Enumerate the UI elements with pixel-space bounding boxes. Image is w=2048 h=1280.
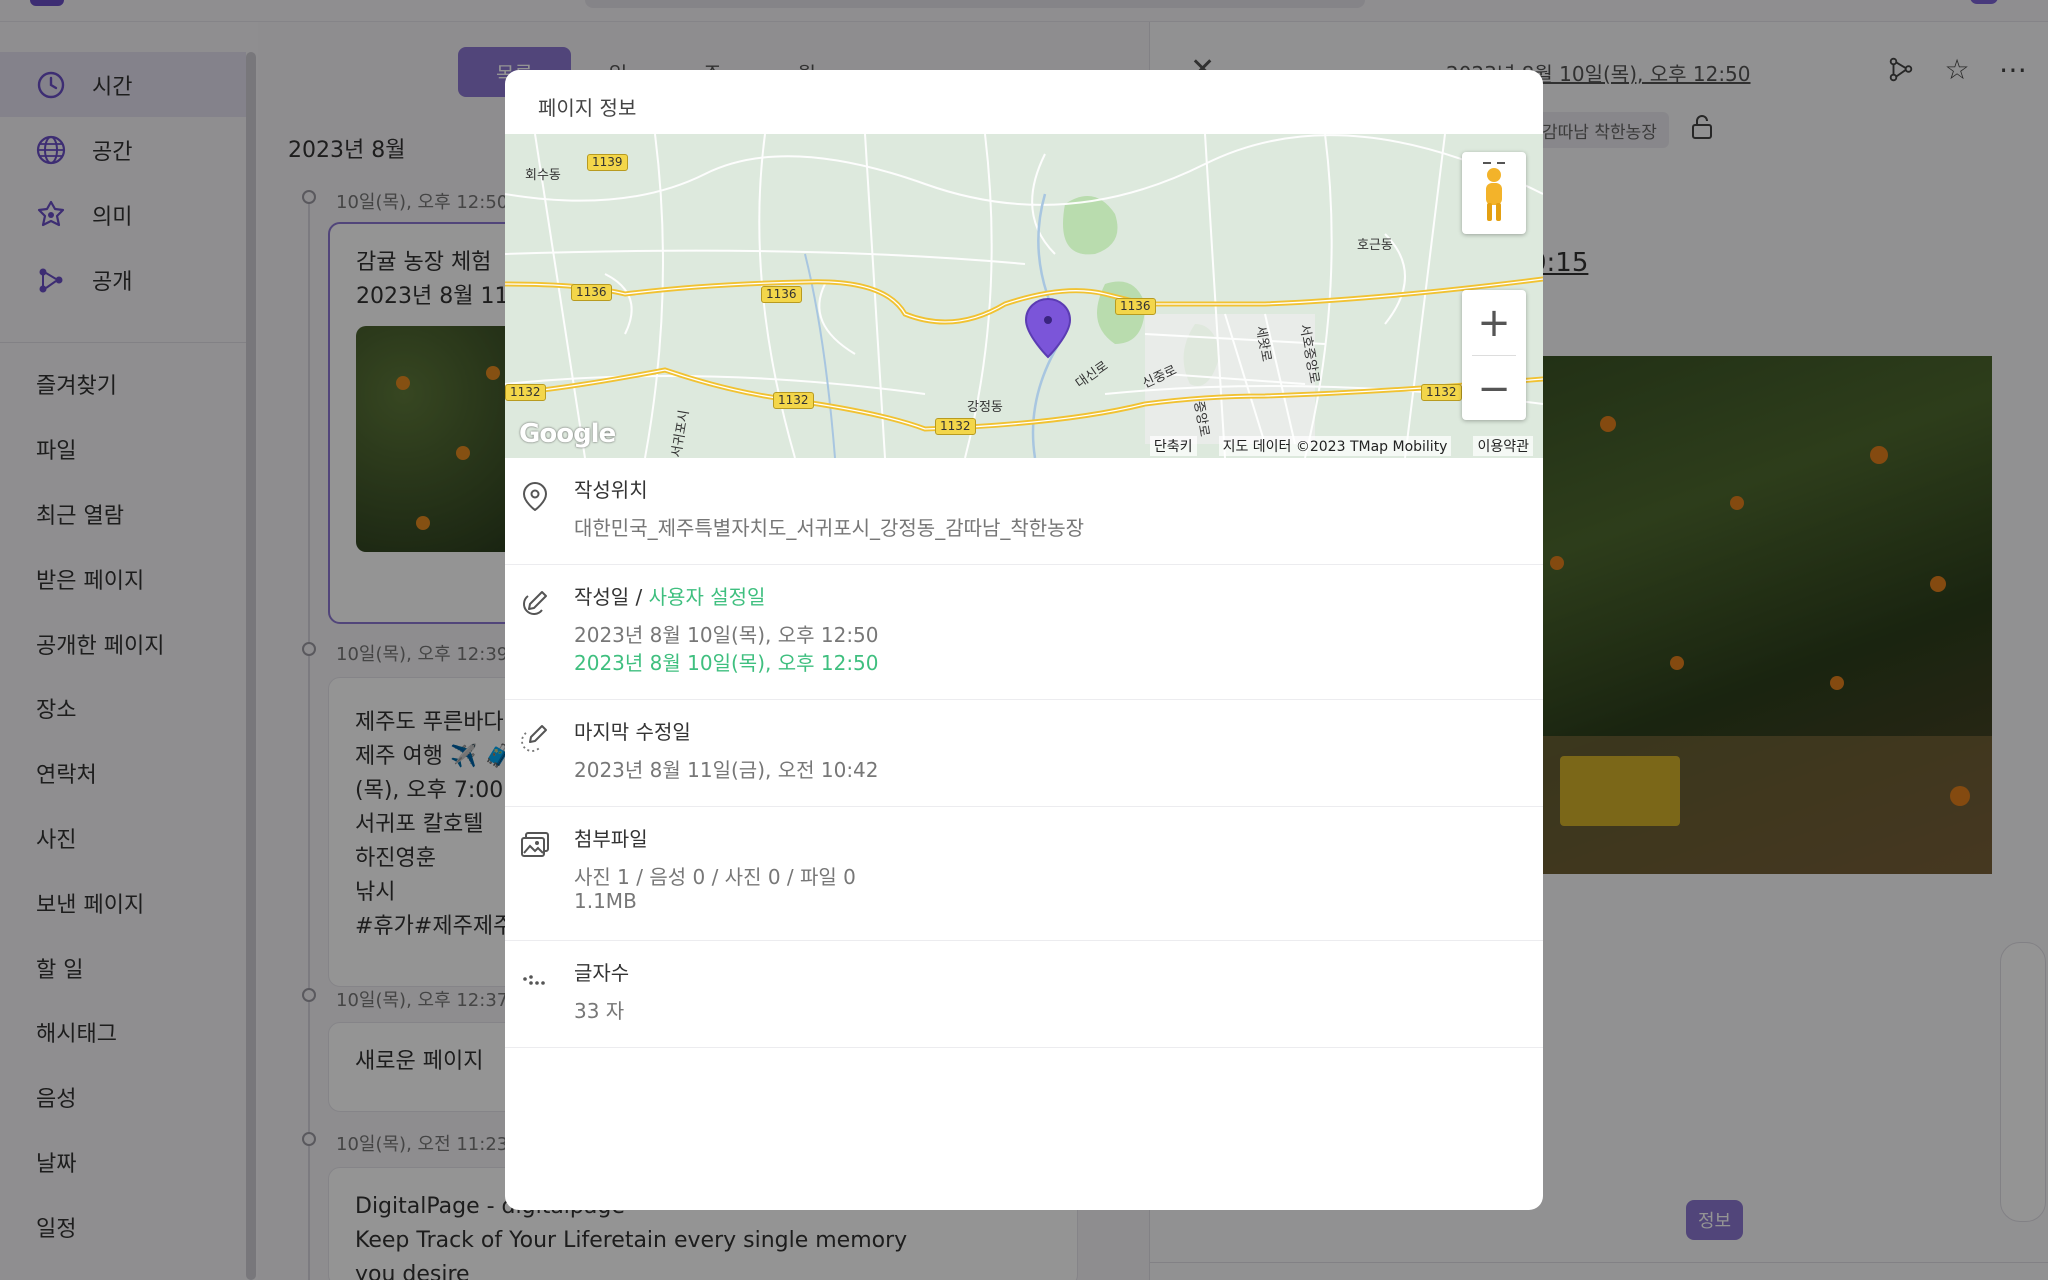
info-row-chars: 글자수 33 자 — [505, 941, 1543, 1048]
map-terms-link[interactable]: 이용약관 — [1473, 436, 1533, 456]
text-count-icon — [519, 963, 551, 995]
info-value: 2023년 8월 10일(목), 오후 12:50 — [574, 623, 879, 647]
map-attribution: 단축키 지도 데이터 ©2023 TMap Mobility 이용약관 — [505, 434, 1543, 458]
road-number-badge: 1136 — [1115, 298, 1156, 315]
map-data-credit: 지도 데이터 ©2023 TMap Mobility — [1218, 436, 1452, 456]
info-value-size: 1.1MB — [574, 889, 637, 913]
location-pin-outline-icon — [519, 480, 551, 512]
map-place-label: 회수동 — [525, 168, 561, 183]
info-value: 2023년 8월 11일(금), 오전 10:42 — [574, 758, 879, 782]
page-info-modal: 페이지 정보 회수동 호근동 강정동 대신로 신중로 중앙로 세왓로 서호중앙로… — [505, 70, 1543, 1210]
road-number-badge: 1132 — [935, 418, 976, 435]
info-row-modified: 마지막 수정일 2023년 8월 11일(금), 오전 10:42 — [505, 700, 1543, 807]
map-roads — [505, 134, 1543, 458]
map-place-label: 호근동 — [1357, 238, 1393, 253]
info-value: 대한민국_제주특별자치도_서귀포시_강정동_감따남_착한농장 — [574, 516, 1084, 540]
road-number-badge: 1139 — [587, 154, 628, 171]
info-label: 첨부파일 — [574, 827, 648, 851]
info-value: 사진 1 / 음성 0 / 사진 0 / 파일 0 — [574, 865, 856, 889]
pen-swirl-icon — [519, 587, 551, 619]
street-view-pegman-icon[interactable] — [1462, 152, 1526, 234]
info-label: 작성일 / 사용자 설정일 — [574, 581, 765, 610]
zoom-out-button[interactable]: − — [1462, 356, 1526, 421]
map-zoom-control: + − — [1462, 290, 1526, 420]
info-label: 글자수 — [574, 961, 630, 985]
info-row-attachments: 첨부파일 사진 1 / 음성 0 / 사진 0 / 파일 0 1.1MB — [505, 807, 1543, 941]
map-place-label: 강정동 — [967, 400, 1003, 415]
road-number-badge: 1132 — [773, 392, 814, 409]
info-value-user-date: 2023년 8월 10일(목), 오후 12:50 — [574, 651, 879, 675]
image-gallery-icon — [519, 829, 551, 861]
map-shortcuts-link[interactable]: 단축키 — [1149, 436, 1197, 456]
zoom-in-button[interactable]: + — [1462, 290, 1526, 355]
info-label: 마지막 수정일 — [574, 720, 691, 744]
user-set-date-label: 사용자 설정일 — [648, 585, 766, 609]
road-number-badge: 1132 — [1421, 384, 1462, 401]
info-value: 33 자 — [574, 999, 625, 1023]
info-row-created: 작성일 / 사용자 설정일 2023년 8월 10일(목), 오후 12:50 … — [505, 565, 1543, 700]
map-view[interactable]: 회수동 호근동 강정동 대신로 신중로 중앙로 세왓로 서호중앙로 서귀포시 1… — [505, 134, 1543, 458]
pencil-dotted-icon — [519, 722, 551, 754]
road-number-badge: 1136 — [761, 286, 802, 303]
created-label: 작성일 / — [574, 585, 649, 609]
location-pin-icon[interactable] — [1024, 297, 1072, 363]
road-number-badge: 1132 — [505, 384, 546, 401]
modal-title: 페이지 정보 — [538, 96, 637, 120]
road-number-badge: 1136 — [571, 284, 612, 301]
info-label: 작성위치 — [574, 478, 648, 502]
info-row-location: 작성위치 대한민국_제주특별자치도_서귀포시_강정동_감따남_착한농장 — [505, 458, 1543, 565]
